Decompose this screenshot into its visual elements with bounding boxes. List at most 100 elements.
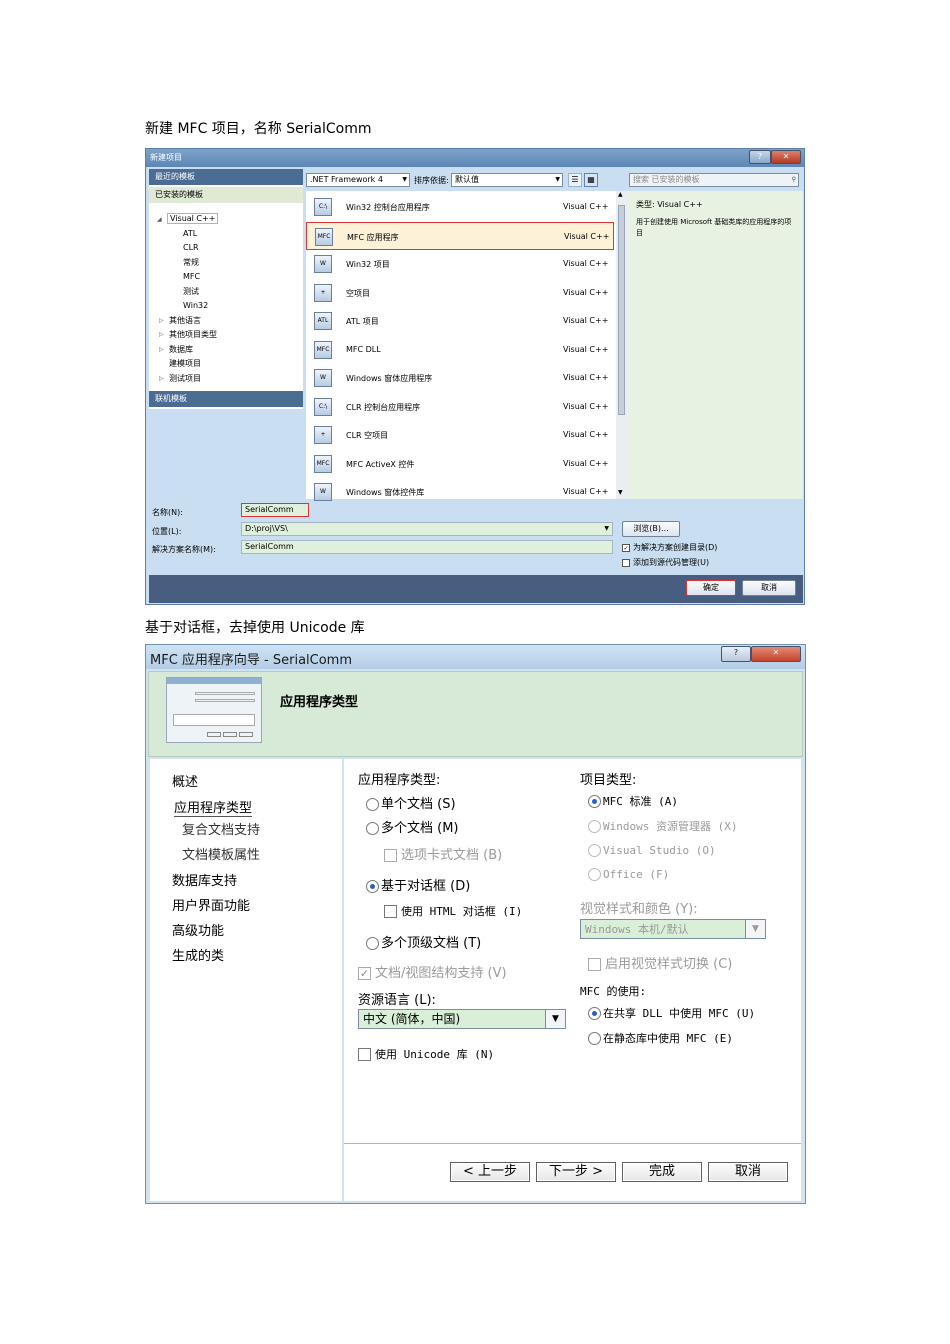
checkbox-visual-switch[interactable]: 启用视觉样式切换 (C) [588,953,732,972]
cancel-button[interactable]: 取消 [708,1162,788,1182]
framework-select[interactable]: .NET Framework 4 ▼ [306,173,410,187]
previous-button[interactable]: < 上一步 [450,1162,530,1182]
template-row[interactable]: MFC MFC 应用程序 Visual C++ [306,221,614,250]
installed-templates[interactable]: 已安装的模板 [149,187,303,203]
list-view-icon[interactable]: ☰ [568,173,582,187]
tree-item-atl[interactable]: ATL [183,229,197,238]
radio-label: Office (F) [603,868,670,881]
ok-button[interactable]: 确定 [686,580,736,596]
nav-compound-document[interactable]: 复合文档支持 [182,819,260,838]
next-button[interactable]: 下一步 > [536,1162,616,1182]
template-language: Visual C++ [563,202,609,211]
source-control-checkbox[interactable]: 添加到源代码管理(U) [622,557,709,568]
radio-dialog-based[interactable]: 基于对话框 (D) [366,875,470,894]
radio-single-document[interactable]: 单个文档 (S) [366,793,456,812]
radio-label: Windows 资源管理器 (X) [603,820,738,833]
scroll-up-icon[interactable]: ▲ [618,191,623,198]
collapsed-arrow-icon[interactable]: ▷ [159,346,164,353]
scroll-down-icon[interactable]: ▼ [618,489,623,496]
chevron-down-icon: ▼ [555,176,560,183]
radio-office[interactable]: Office (F) [588,867,669,882]
collapsed-arrow-icon[interactable]: ▷ [159,375,164,382]
help-button[interactable]: ? [749,150,771,164]
recent-templates[interactable]: 最近的模板 [149,169,303,185]
template-tree: 最近的模板 已安装的模板 ◢ Visual C++ ATL CLR 常规 MFC… [149,169,303,494]
nav-advanced-features[interactable]: 高级功能 [172,920,224,939]
sort-select[interactable]: 默认值 ▼ [451,173,563,187]
checkbox-tabbed-documents[interactable]: 选项卡式文档 (B) [384,844,502,863]
sort-label: 排序依据: [414,176,449,185]
template-row[interactable]: ATL ATL 项目 Visual C++ [306,307,614,335]
radio-mfc-standard[interactable]: MFC 标准 (A) [588,793,678,809]
visual-style-select[interactable]: Windows 本机/默认 ▼ [580,919,766,939]
online-templates[interactable]: 联机模板 [149,391,303,407]
tree-item-general[interactable]: 常规 [183,257,199,268]
nav-application-type[interactable]: 应用程序类型 [174,797,253,817]
cancel-button[interactable]: 取消 [742,580,796,596]
close-button[interactable]: ✕ [771,150,801,164]
checkbox-html-dialog[interactable]: 使用 HTML 对话框 (I) [384,903,522,919]
template-row[interactable]: W Windows 窗体控件库 Visual C++ [306,478,614,506]
location-value: D:\proj\VS\ [245,524,288,533]
resource-language-select[interactable]: 中文 (简体，中国) ▼ [358,1009,566,1029]
tree-test-projects[interactable]: 测试项目 [169,373,201,384]
template-language: Visual C++ [563,287,609,297]
tree-item-test[interactable]: 测试 [183,286,199,297]
solution-input[interactable]: SerialComm [241,540,613,554]
checkbox-checked-icon: ✓ [358,967,371,980]
checkbox-icon [384,849,397,862]
search-input[interactable]: 搜索 已安装的模板 ⚲ [629,173,799,187]
tree-visual-cpp[interactable]: Visual C++ [167,213,219,224]
help-button[interactable]: ? [721,646,751,662]
close-button[interactable]: ✕ [751,646,801,662]
radio-multiple-documents[interactable]: 多个文档 (M) [366,817,459,836]
template-type: 类型: Visual C++ [636,200,703,209]
template-row[interactable]: + CLR 空项目 Visual C++ [306,421,614,449]
nav-ui-features[interactable]: 用户界面功能 [172,895,250,914]
radio-icon [366,822,379,835]
scrollbar[interactable]: ▲ ▼ [616,191,628,499]
tree-item-mfc[interactable]: MFC [183,272,200,281]
radio-mfc-shared-dll[interactable]: 在共享 DLL 中使用 MFC (U) [588,1005,755,1021]
template-row[interactable]: W Windows 窗体应用程序 Visual C++ [306,364,614,392]
checkbox-docview-support[interactable]: ✓ 文档/视图结构支持 (V) [358,962,507,981]
nav-generated-classes[interactable]: 生成的类 [172,945,224,964]
template-row[interactable]: C:\ Win32 控制台应用程序 Visual C++ [306,193,614,221]
nav-database-support[interactable]: 数据库支持 [172,870,237,889]
expand-arrow-icon[interactable]: ◢ [157,216,162,223]
template-icon: + [314,283,332,302]
browse-button[interactable]: 浏览(B)... [622,521,680,537]
checkbox-unicode[interactable]: 使用 Unicode 库 (N) [358,1046,494,1062]
template-row[interactable]: W Win32 项目 Visual C++ [306,250,614,278]
finish-button[interactable]: 完成 [622,1162,702,1182]
grid-view-icon[interactable]: ▦ [584,173,598,187]
checkbox-icon [588,958,601,971]
template-row[interactable]: MFC MFC ActiveX 控件 Visual C++ [306,450,614,478]
tree-item-win32[interactable]: Win32 [183,301,208,310]
radio-icon [588,868,601,881]
template-row[interactable]: + 空项目 Visual C++ [306,279,614,307]
radio-visual-studio[interactable]: Visual Studio (O) [588,843,716,858]
tree-item-clr[interactable]: CLR [183,243,199,252]
collapsed-arrow-icon[interactable]: ▷ [159,331,164,338]
template-icon: C:\ [314,397,332,416]
tree-database[interactable]: 数据库 [169,344,193,355]
nav-document-template[interactable]: 文档模板属性 [182,844,260,863]
tree-other-languages[interactable]: 其他语言 [169,315,201,326]
tree-other-project-types[interactable]: 其他项目类型 [169,329,217,340]
tree-modeling[interactable]: 建模项目 [169,358,201,369]
name-input[interactable]: SerialComm [241,503,309,517]
location-input[interactable]: D:\proj\VS\ ▼ [241,522,613,536]
checkbox-label: 使用 HTML 对话框 (I) [401,905,523,918]
template-row[interactable]: MFC MFC DLL Visual C++ [306,336,614,364]
radio-mfc-static-lib[interactable]: 在静态库中使用 MFC (E) [588,1030,733,1046]
radio-windows-explorer[interactable]: Windows 资源管理器 (X) [588,818,737,834]
template-language: Visual C++ [564,231,610,241]
nav-overview[interactable]: 概述 [172,771,198,790]
create-dir-checkbox[interactable]: ✓ 为解决方案创建目录(D) [622,542,717,553]
template-language: Visual C++ [563,458,609,468]
template-row[interactable]: C:\ CLR 控制台应用程序 Visual C++ [306,393,614,421]
scroll-thumb[interactable] [618,205,625,415]
collapsed-arrow-icon[interactable]: ▷ [159,317,164,324]
radio-multiple-toplevel[interactable]: 多个顶级文档 (T) [366,932,481,951]
